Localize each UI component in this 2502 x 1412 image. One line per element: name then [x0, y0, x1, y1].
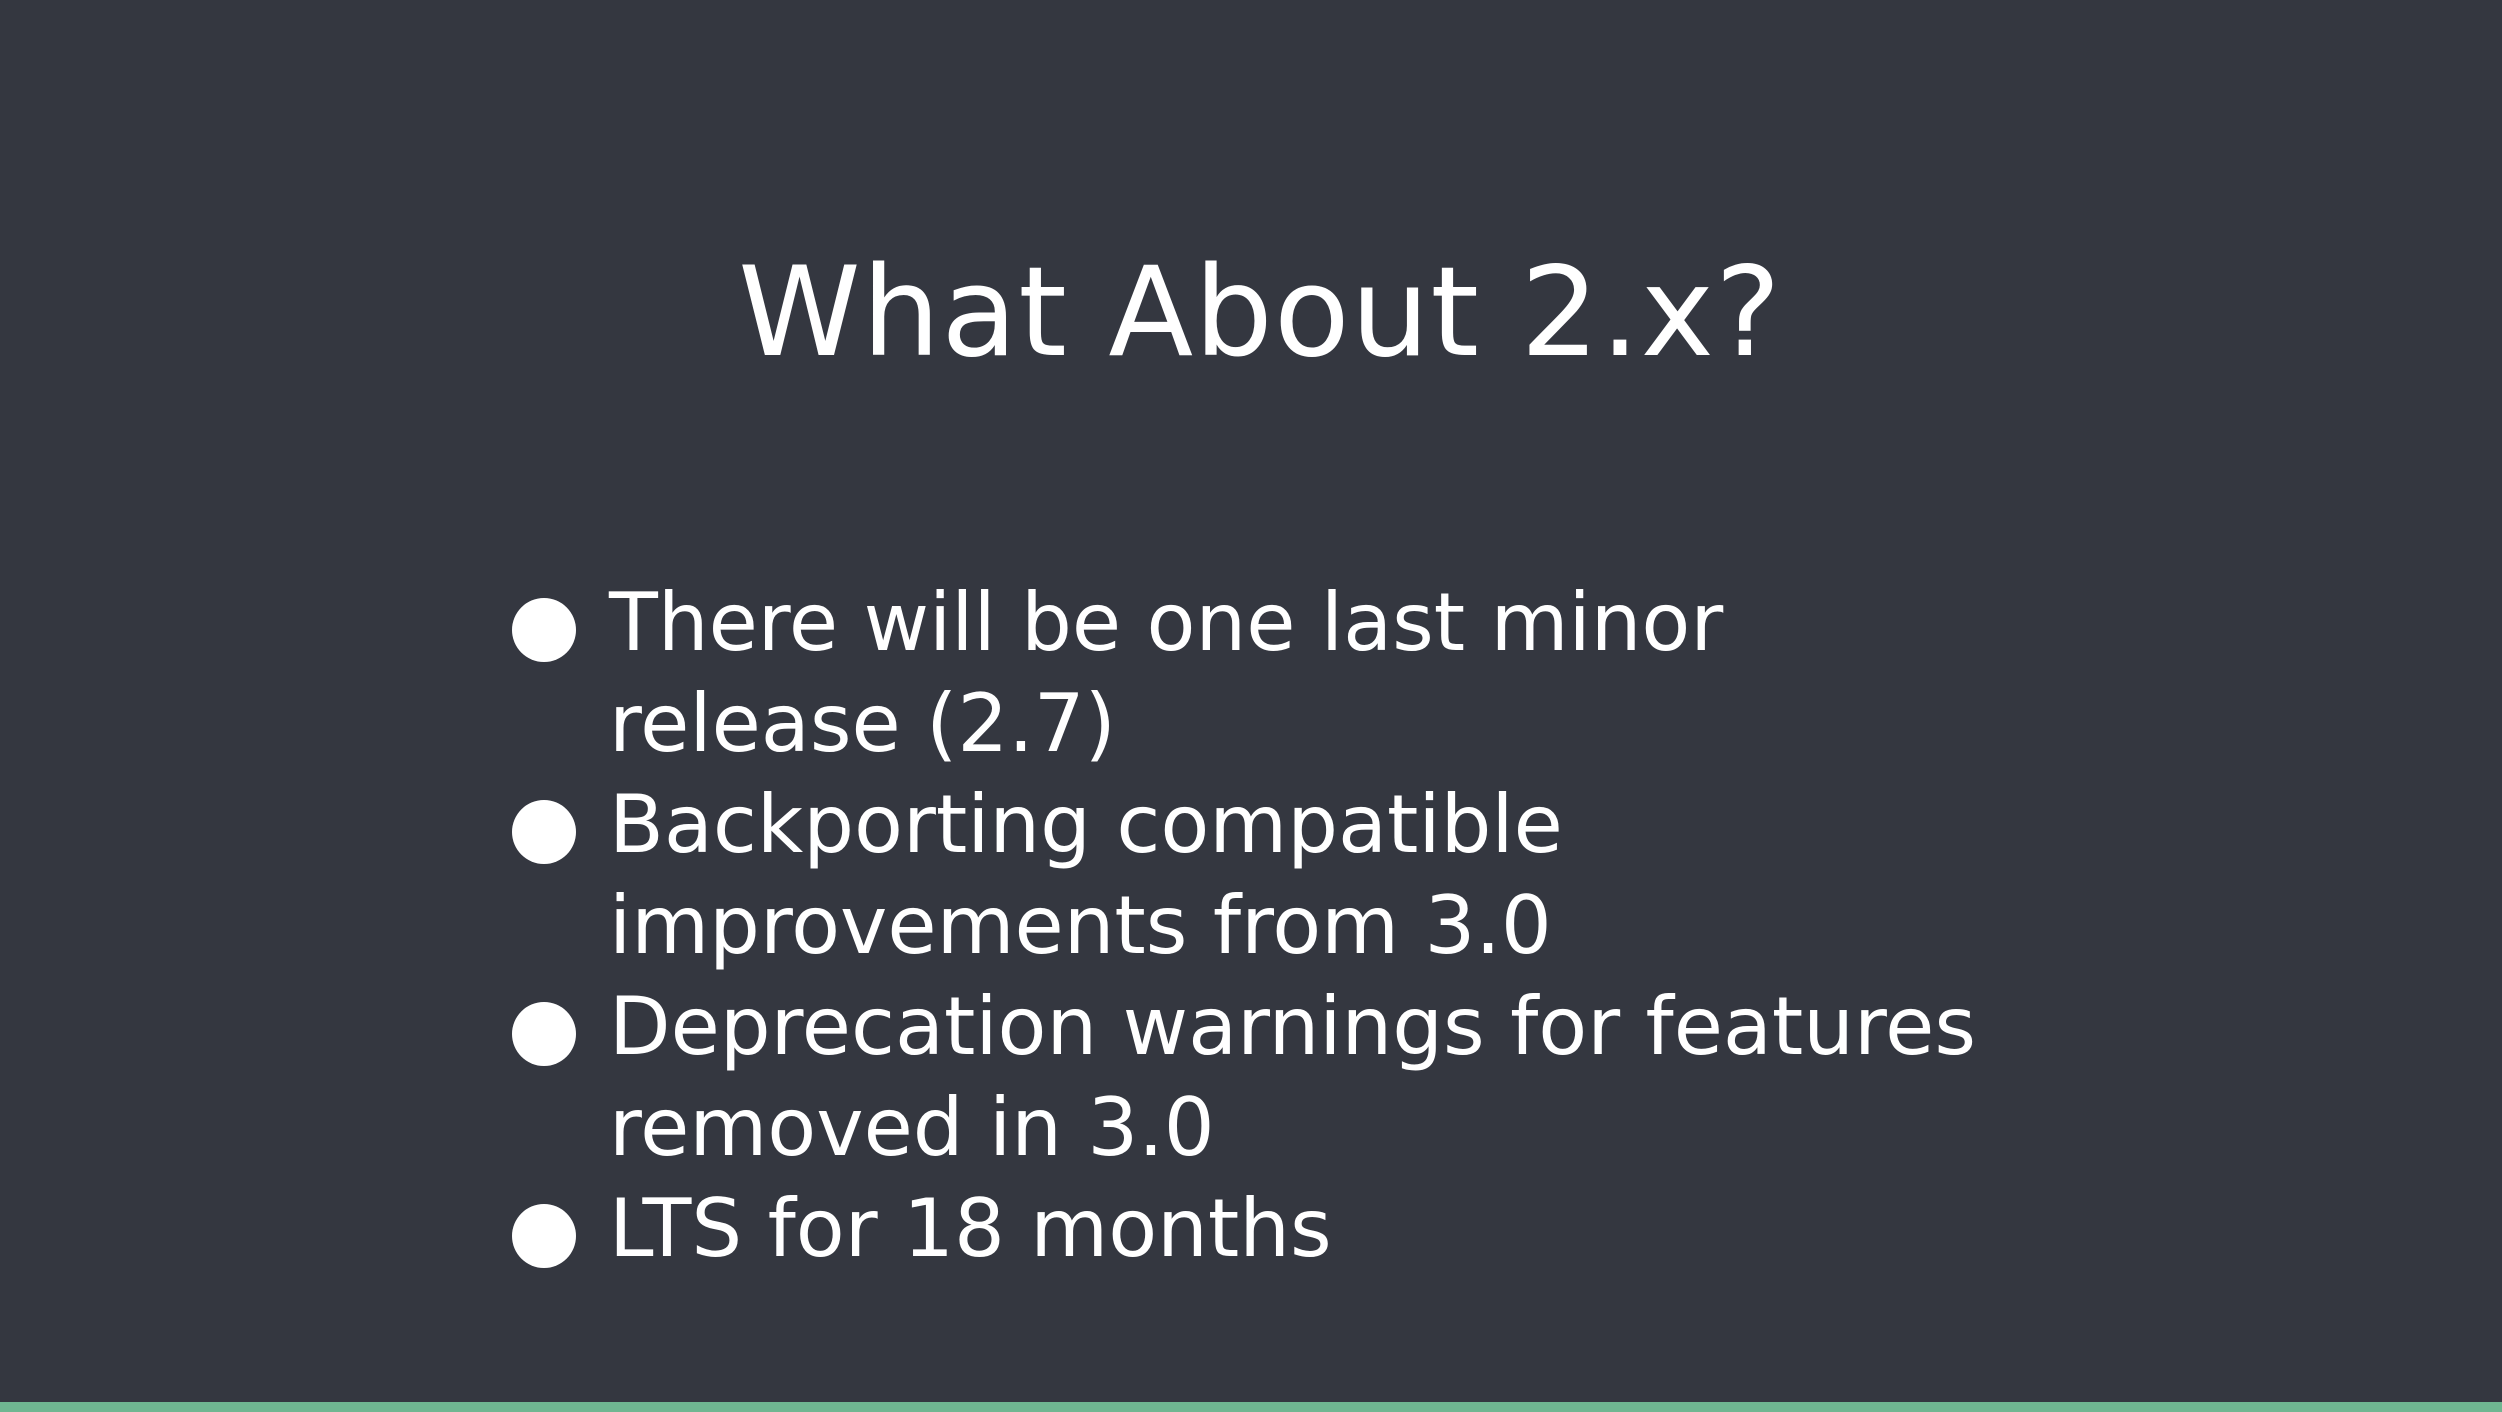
bullet-dot-icon: [512, 800, 576, 864]
bullet-text: Backporting compatible improvements from…: [609, 778, 1563, 972]
bullet-item: LTS for 18 months: [509, 1178, 2109, 1279]
bullet-dot-icon: [512, 598, 576, 662]
slide: What About 2.x? There will be one last m…: [0, 0, 2502, 1412]
accent-bar: [0, 1402, 2502, 1412]
bullet-item: Backporting compatible improvements from…: [509, 774, 2109, 976]
bullet-item: There will be one last minor release (2.…: [509, 572, 2109, 774]
bullet-dot-icon: [512, 1002, 576, 1066]
bullet-item: Deprecation warnings for features remove…: [509, 976, 2109, 1178]
slide-title: What About 2.x?: [738, 241, 1782, 385]
bullet-list: There will be one last minor release (2.…: [509, 572, 2109, 1279]
bullet-dot-icon: [512, 1204, 576, 1268]
bullet-text: LTS for 18 months: [609, 1182, 1332, 1275]
bullet-text: Deprecation warnings for features remove…: [609, 980, 1977, 1174]
bullet-text: There will be one last minor release (2.…: [609, 576, 1724, 770]
